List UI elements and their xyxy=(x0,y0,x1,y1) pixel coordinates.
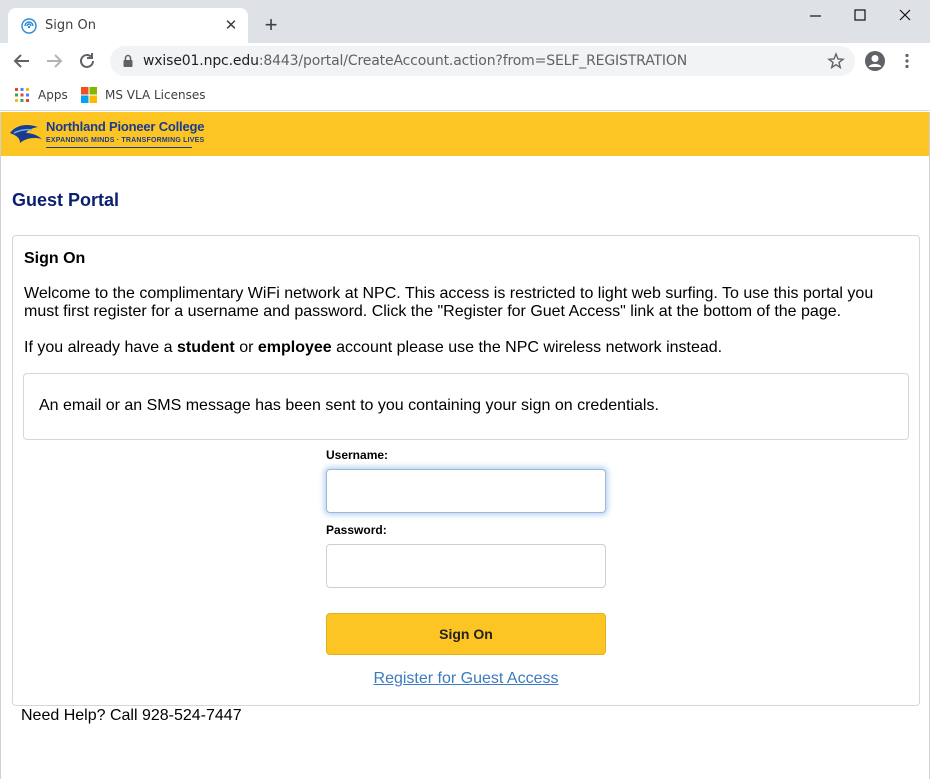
existing-or: or xyxy=(234,339,258,356)
browser-tabstrip: Sign On ✕ + xyxy=(0,0,930,43)
tab-title: Sign On xyxy=(45,18,96,33)
page-title: Guest Portal xyxy=(12,190,120,210)
credentials-notice: An email or an SMS message has been sent… xyxy=(23,373,909,440)
password-input[interactable] xyxy=(326,544,606,588)
bookmark-apps-label: Apps xyxy=(38,88,68,102)
new-tab-icon[interactable]: + xyxy=(260,14,282,36)
username-input[interactable] xyxy=(326,469,606,513)
password-label: Password: xyxy=(326,523,387,537)
bookmark-star-icon[interactable] xyxy=(827,52,845,70)
back-arrow-icon[interactable] xyxy=(10,49,34,73)
tagline-rule xyxy=(46,147,192,148)
eagle-logo-icon xyxy=(10,125,42,143)
url-text: wxise01.npc.edu:8443/portal/CreateAccoun… xyxy=(143,53,687,69)
existing-suffix: account please use the NPC wireless netw… xyxy=(331,339,723,356)
microsoft-logo-icon xyxy=(81,87,97,103)
employee-word: employee xyxy=(257,339,332,356)
college-banner: Northland Pioneer College EXPANDING MIND… xyxy=(1,112,929,156)
more-menu-icon[interactable] xyxy=(898,52,916,70)
bookmark-apps[interactable]: Apps xyxy=(14,85,68,105)
url-path: :8443/portal/CreateAccount.action?from=S… xyxy=(258,53,688,69)
browser-toolbar: wxise01.npc.edu:8443/portal/CreateAccoun… xyxy=(0,43,930,79)
welcome-text: Welcome to the complimentary WiFi networ… xyxy=(24,285,874,320)
url-host: wxise01.npc.edu xyxy=(143,53,259,69)
close-tab-icon[interactable]: ✕ xyxy=(222,17,240,35)
reload-icon[interactable] xyxy=(75,49,99,73)
address-bar[interactable]: wxise01.npc.edu:8443/portal/CreateAccoun… xyxy=(110,46,855,76)
minimize-icon[interactable] xyxy=(793,4,839,28)
lock-icon[interactable] xyxy=(121,54,135,68)
existing-prefix: If you already have a xyxy=(24,339,177,356)
maximize-icon[interactable] xyxy=(838,4,884,28)
college-logo[interactable]: Northland Pioneer College EXPANDING MIND… xyxy=(8,116,204,152)
username-label: Username: xyxy=(326,448,389,462)
register-guest-access-link: Register for Guest Access xyxy=(13,670,919,688)
student-word: student xyxy=(176,339,235,356)
card-title: Sign On xyxy=(24,250,86,267)
college-name: Northland Pioneer College xyxy=(46,119,205,134)
sign-on-button[interactable]: Sign On xyxy=(326,613,606,655)
college-tagline: EXPANDING MINDS · TRANSFORMING LIVES xyxy=(46,137,205,144)
profile-avatar-icon[interactable] xyxy=(864,50,886,72)
cisco-ise-icon xyxy=(21,18,37,34)
existing-account-text: If you already have a student or employe… xyxy=(24,339,722,357)
help-text: Need Help? Call 928-524-7447 xyxy=(21,707,242,724)
sign-on-card: Sign On Welcome to the complimentary WiF… xyxy=(12,235,920,706)
apps-grid-icon xyxy=(15,88,29,102)
bookmark-ms-vla[interactable]: MS VLA Licenses xyxy=(81,85,205,105)
register-link-text[interactable]: Register for Guest Access xyxy=(374,670,559,687)
bookmark-ms-vla-label: MS VLA Licenses xyxy=(105,88,206,102)
browser-tab[interactable]: Sign On ✕ xyxy=(8,8,248,43)
bookmarks-bar: Apps MS VLA Licenses xyxy=(0,79,930,111)
window-close-icon[interactable] xyxy=(882,4,928,28)
notice-text: An email or an SMS message has been sent… xyxy=(39,397,659,414)
page-content: Northland Pioneer College EXPANDING MIND… xyxy=(0,112,930,779)
forward-arrow-icon[interactable] xyxy=(42,49,66,73)
